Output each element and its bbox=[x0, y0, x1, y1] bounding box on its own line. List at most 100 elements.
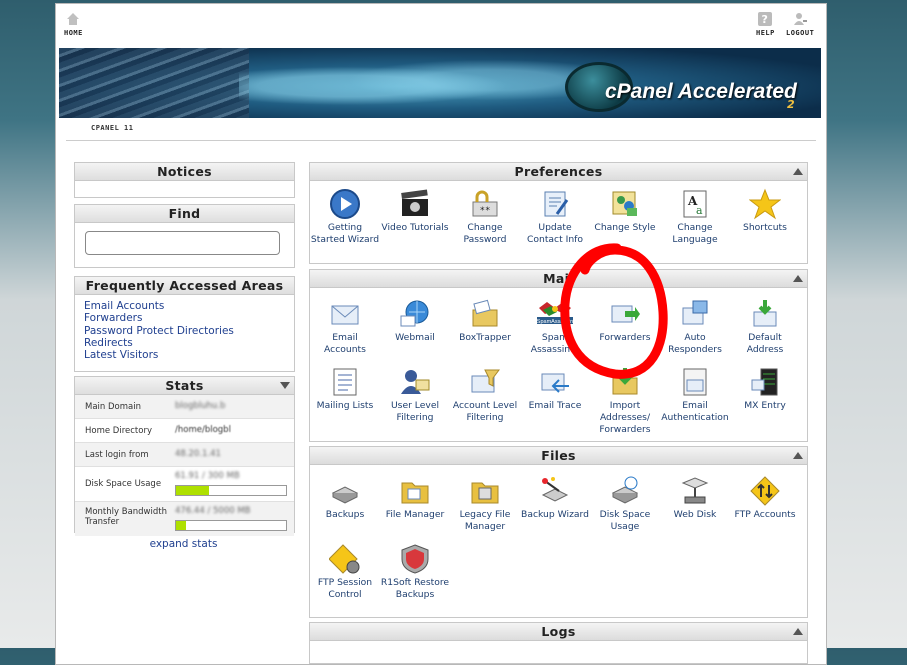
mail-import-addresses[interactable]: Import Addresses/ Forwarders bbox=[590, 366, 660, 435]
boxtrapper-icon bbox=[472, 299, 498, 327]
update-contact-info[interactable]: Update Contact Info bbox=[520, 188, 590, 246]
collapse-arrow-icon[interactable] bbox=[793, 168, 803, 175]
mail-spam-assassin[interactable]: SpamAssassin Spam Assassin™ bbox=[520, 298, 590, 356]
item-label: MX Entry bbox=[744, 400, 786, 411]
files-file-manager[interactable]: File Manager bbox=[380, 475, 450, 521]
item-label: Change Style bbox=[594, 222, 656, 233]
cpanel-logo[interactable]: cPanel Accelerated 2 bbox=[565, 58, 815, 114]
stat-label: Disk Space Usage bbox=[85, 479, 162, 489]
mail-forwarders[interactable]: Forwarders bbox=[590, 298, 660, 344]
backup-drive-icon bbox=[331, 486, 359, 504]
files-backup-wizard[interactable]: Backup Wizard bbox=[520, 475, 590, 521]
mail-mx-entry[interactable]: MX Entry bbox=[730, 366, 800, 412]
shortcuts[interactable]: Shortcuts bbox=[730, 188, 800, 234]
files-r1soft-restore[interactable]: R1Soft Restore Backups bbox=[380, 543, 450, 601]
svg-text:a: a bbox=[696, 204, 703, 217]
disk-usage-icon bbox=[611, 476, 639, 504]
collapse-arrow-icon[interactable] bbox=[793, 628, 803, 635]
item-label: Disk Space Usage bbox=[599, 509, 651, 532]
version-tab: CPANEL 11 bbox=[66, 122, 816, 141]
logout-button[interactable]: LOGOUT bbox=[786, 12, 814, 37]
r1soft-shield-icon bbox=[401, 544, 429, 574]
mail-mailing-lists[interactable]: Mailing Lists bbox=[310, 366, 380, 412]
collapse-arrow-icon[interactable] bbox=[793, 275, 803, 282]
lock-password-icon: ** bbox=[472, 190, 498, 217]
mail-account-level-filtering[interactable]: Account Level Filtering bbox=[450, 366, 520, 424]
expand-stats-link[interactable]: expand stats bbox=[74, 538, 293, 550]
stat-row-main-domain: Main Domain blogbluhu.b bbox=[75, 395, 294, 419]
mail-email-authentication[interactable]: Email Authentication bbox=[660, 366, 730, 424]
item-label: Spam Assassin™ bbox=[530, 332, 580, 355]
item-label: Import Addresses/ Forwarders bbox=[599, 400, 651, 435]
faa-link-password-protect[interactable]: Password Protect Directories bbox=[84, 325, 294, 337]
globe-mail-icon bbox=[400, 300, 429, 327]
item-label: File Manager bbox=[385, 509, 445, 520]
disk-usage-fill bbox=[176, 486, 209, 495]
preferences-header[interactable]: Preferences bbox=[310, 163, 807, 181]
mail-auto-responders[interactable]: Auto Responders bbox=[660, 298, 730, 356]
contact-card-icon bbox=[544, 191, 569, 217]
faa-link-redirects[interactable]: Redirects bbox=[84, 337, 294, 349]
home-directory-value: /home/blogbl bbox=[175, 425, 231, 435]
change-style[interactable]: Change Style bbox=[590, 188, 660, 234]
ftp-session-icon bbox=[329, 544, 360, 574]
item-label: Forwarders bbox=[599, 332, 651, 343]
mail-email-trace[interactable]: Email Trace bbox=[520, 366, 590, 412]
files-ftp-accounts[interactable]: FTP Accounts bbox=[730, 475, 800, 521]
getting-started-wizard[interactable]: Getting Started Wizard bbox=[310, 188, 380, 246]
stat-row-last-login: Last login from 48.20.1.41 bbox=[75, 443, 294, 467]
bandwidth-bar bbox=[175, 520, 287, 531]
files-header[interactable]: Files bbox=[310, 447, 807, 465]
files-disk-space-usage[interactable]: Disk Space Usage bbox=[590, 475, 660, 533]
item-label: Auto Responders bbox=[668, 332, 722, 355]
stat-value: /home/blogbl bbox=[175, 425, 231, 435]
stat-label: Last login from bbox=[85, 450, 149, 460]
version-label: CPANEL 11 bbox=[91, 124, 134, 132]
files-legacy-file-manager[interactable]: Legacy File Manager bbox=[450, 475, 520, 533]
files-backups[interactable]: Backups bbox=[310, 475, 380, 521]
mail-boxtrapper[interactable]: BoxTrapper bbox=[450, 298, 520, 344]
logout-label: LOGOUT bbox=[786, 29, 815, 37]
files-web-disk[interactable]: Web Disk bbox=[660, 475, 730, 521]
change-password[interactable]: ** Change Password bbox=[450, 188, 520, 246]
home-button[interactable]: HOME bbox=[64, 12, 83, 37]
stat-label: Main Domain bbox=[85, 402, 141, 412]
files-ftp-session-control[interactable]: FTP Session Control bbox=[310, 543, 380, 601]
envelope-icon bbox=[331, 305, 359, 325]
stat-value: blogbluhu.b bbox=[175, 401, 226, 411]
account-filter-icon bbox=[471, 369, 500, 393]
import-icon bbox=[612, 368, 638, 395]
faa-link-forwarders[interactable]: Forwarders bbox=[84, 312, 294, 324]
help-button[interactable]: ? HELP bbox=[756, 12, 775, 37]
web-disk-icon bbox=[681, 477, 709, 504]
collapse-arrow-icon[interactable] bbox=[793, 452, 803, 459]
files-panel: Files Backups File Manager Legacy File M… bbox=[309, 446, 808, 618]
spamassassin-logo-text: SpamAssassin bbox=[537, 319, 573, 325]
item-label: Email Authentication bbox=[661, 400, 729, 423]
mail-default-address[interactable]: Default Address bbox=[730, 298, 800, 356]
header-banner: cPanel Accelerated 2 bbox=[59, 48, 821, 118]
svg-text:?: ? bbox=[762, 13, 769, 26]
mail-email-accounts[interactable]: Email Accounts bbox=[310, 298, 380, 356]
stats-header[interactable]: Stats bbox=[75, 377, 294, 395]
item-label: FTP Accounts bbox=[734, 509, 796, 520]
collapse-arrow-icon[interactable] bbox=[280, 382, 290, 389]
item-label: Mailing Lists bbox=[316, 400, 374, 411]
item-label: Email Trace bbox=[528, 400, 582, 411]
auto-responder-icon bbox=[682, 300, 708, 325]
mail-user-level-filtering[interactable]: User Level Filtering bbox=[380, 366, 450, 424]
faa-link-email-accounts[interactable]: Email Accounts bbox=[84, 300, 294, 312]
help-label: HELP bbox=[756, 29, 775, 37]
faa-link-latest-visitors[interactable]: Latest Visitors bbox=[84, 349, 294, 361]
cpanel-page: HOME ? HELP LOGOUT cPanel Accelerated 2 … bbox=[55, 3, 827, 665]
stat-row-home-directory: Home Directory /home/blogbl bbox=[75, 419, 294, 443]
video-tutorials[interactable]: Video Tutorials bbox=[380, 188, 450, 234]
mail-webmail[interactable]: Webmail bbox=[380, 298, 450, 344]
mail-header[interactable]: Mail bbox=[310, 270, 807, 288]
logs-header[interactable]: Logs bbox=[310, 623, 807, 641]
change-language[interactable]: Aa Change Language bbox=[660, 188, 730, 246]
notices-title: Notices bbox=[75, 163, 294, 181]
item-label: Legacy File Manager bbox=[459, 509, 511, 532]
item-label: Email Accounts bbox=[324, 332, 366, 355]
find-input[interactable] bbox=[85, 231, 280, 255]
